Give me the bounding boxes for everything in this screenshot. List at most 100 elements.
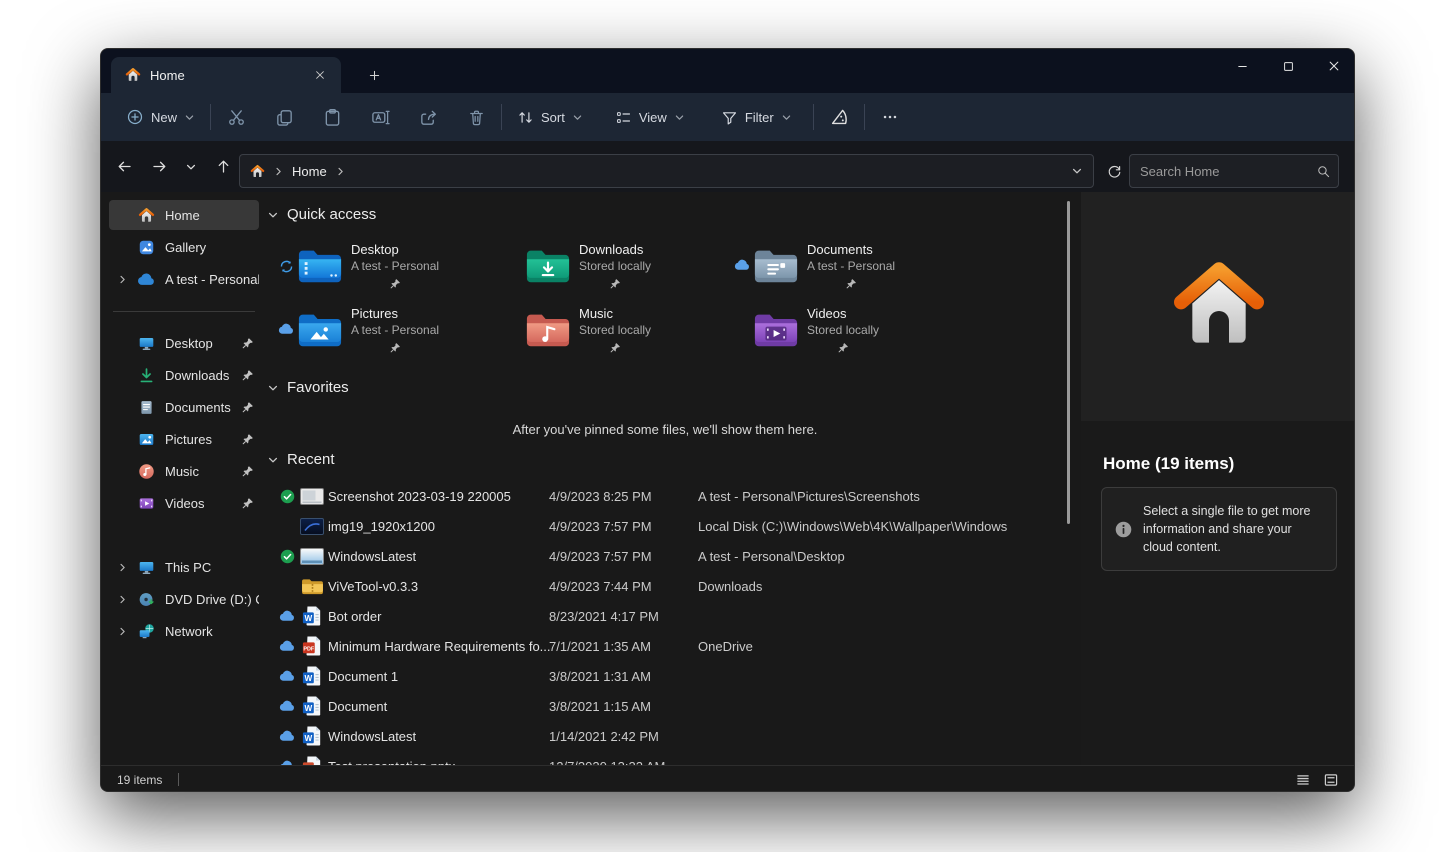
search-box[interactable] [1129, 154, 1339, 188]
delete-button[interactable] [457, 100, 495, 134]
tab-close-button[interactable] [309, 64, 331, 86]
toolbar-divider [210, 104, 211, 130]
chevron-right-icon[interactable] [109, 594, 135, 605]
chevron-down-icon [781, 112, 792, 123]
recent-file-row[interactable]: WindowsLatest 1/14/2021 2:42 PM [263, 721, 1067, 751]
pin-icon [237, 369, 259, 381]
music-folder-icon [525, 309, 571, 349]
recent-file-row[interactable]: ViVeTool-v0.3.3 4/9/2023 7:44 PM Downloa… [263, 571, 1067, 601]
maximize-button[interactable] [1265, 49, 1311, 83]
list-scrollbar[interactable] [1067, 201, 1070, 524]
section-header-quick-access[interactable]: Quick access [267, 206, 376, 223]
recent-file-row[interactable]: Screenshot 2023-03-19 220005 4/9/2023 8:… [263, 481, 1067, 511]
rename-button[interactable] [361, 100, 399, 134]
section-title: Recent [287, 451, 335, 468]
details-pane-title: Home (19 items) [1103, 454, 1234, 474]
chevron-down-icon [267, 454, 279, 466]
search-input[interactable] [1140, 164, 1316, 179]
file-location: A test - Personal\Desktop [698, 549, 845, 564]
minimize-button[interactable] [1219, 49, 1265, 83]
file-name: WindowsLatest [328, 729, 416, 744]
sidebar-item-onedrive-personal[interactable]: A test - Personal [109, 264, 259, 294]
downloads-icon [135, 367, 157, 384]
filter-button[interactable]: Filter [712, 100, 801, 134]
pizza-icon-button[interactable] [820, 100, 858, 134]
new-tab-button[interactable] [361, 62, 387, 88]
view-button[interactable]: View [606, 100, 694, 134]
see-more-button[interactable] [871, 100, 909, 134]
home-icon [250, 164, 265, 179]
copy-button[interactable] [265, 100, 303, 134]
large-icons-view-button[interactable] [1320, 770, 1342, 790]
quick-access-tile-pictures[interactable]: Pictures A test - Personal [273, 303, 495, 361]
chevron-right-icon[interactable] [109, 626, 135, 637]
chevron-right-icon [335, 166, 346, 177]
view-icon [615, 109, 632, 126]
section-title: Favorites [287, 379, 349, 396]
address-breadcrumb-bar[interactable]: Home [239, 154, 1094, 188]
recent-file-row[interactable]: WindowsLatest 4/9/2023 7:57 PM A test - … [263, 541, 1067, 571]
chevron-right-icon[interactable] [109, 562, 135, 573]
image-file-icon [300, 518, 324, 535]
zip-folder-icon [300, 577, 324, 596]
sidebar-item-documents[interactable]: Documents [109, 392, 259, 422]
recent-file-row[interactable]: Document 3/8/2021 1:15 AM [263, 691, 1067, 721]
sidebar-item-gallery[interactable]: Gallery [109, 232, 259, 262]
recent-file-row[interactable]: Bot order 8/23/2021 4:17 PM [263, 601, 1067, 631]
quick-access-tile-downloads[interactable]: Downloads Stored locally [501, 239, 723, 297]
details-view-button[interactable] [1292, 770, 1314, 790]
recent-file-row[interactable]: Test presentation pptx 12/7/2020 12:22 A… [263, 751, 1067, 765]
quick-access-tile-desktop[interactable]: Desktop A test - Personal [273, 239, 495, 297]
sidebar-item-this-pc[interactable]: This PC [109, 552, 259, 582]
sidebar-item-pictures[interactable]: Pictures [109, 424, 259, 454]
sidebar-item-desktop[interactable]: Desktop [109, 328, 259, 358]
close-button[interactable] [1311, 49, 1355, 83]
word-file-icon [300, 665, 324, 687]
tile-name: Documents [807, 242, 895, 257]
section-header-favorites[interactable]: Favorites [267, 379, 349, 396]
chevron-down-icon [572, 112, 583, 123]
section-header-recent[interactable]: Recent [267, 451, 335, 468]
file-date: 8/23/2021 4:17 PM [549, 609, 659, 624]
tile-location: A test - Personal [807, 259, 895, 273]
sidebar-item-home[interactable]: Home [109, 200, 259, 230]
file-location: OneDrive [698, 639, 753, 654]
quick-access-tile-videos[interactable]: Videos Stored locally [729, 303, 951, 361]
chevron-down-icon [674, 112, 685, 123]
recent-locations-button[interactable] [176, 152, 206, 182]
share-button[interactable] [409, 100, 447, 134]
cut-button[interactable] [217, 100, 255, 134]
tile-name: Music [579, 306, 651, 321]
paste-button[interactable] [313, 100, 351, 134]
plus-circle-icon [126, 108, 144, 126]
sidebar-item-videos[interactable]: Videos [109, 488, 259, 518]
sidebar-item-dvd-drive[interactable]: DVD Drive (D:) CCC [109, 584, 259, 614]
breadcrumb-home[interactable]: Home [292, 164, 327, 179]
sidebar-item-label: Music [165, 464, 237, 479]
up-button[interactable] [208, 152, 238, 182]
cloud-status-icon [278, 670, 296, 682]
quick-access-tile-music[interactable]: Music Stored locally [501, 303, 723, 361]
chevron-right-icon[interactable] [109, 274, 135, 285]
chevron-down-icon [267, 209, 279, 221]
back-button[interactable] [109, 152, 139, 182]
dvd-drive-icon [135, 591, 157, 608]
address-dropdown-icon[interactable] [1071, 165, 1083, 177]
quick-access-tile-documents[interactable]: Documents A test - Personal [729, 239, 951, 297]
recent-file-row[interactable]: img19_1920x1200 4/9/2023 7:57 PM Local D… [263, 511, 1067, 541]
refresh-button[interactable] [1098, 154, 1130, 188]
address-bar-row: Home [101, 141, 1354, 192]
sidebar-item-network[interactable]: Network [109, 616, 259, 646]
word-file-icon [300, 725, 324, 747]
new-button[interactable]: New [117, 100, 204, 134]
file-date: 1/14/2021 2:42 PM [549, 729, 659, 744]
tab-home[interactable]: Home [111, 57, 341, 93]
sidebar-item-downloads[interactable]: Downloads [109, 360, 259, 390]
forward-button[interactable] [144, 152, 174, 182]
sort-button[interactable]: Sort [508, 100, 592, 134]
recent-file-row[interactable]: Minimum Hardware Requirements fo... 7/1/… [263, 631, 1067, 661]
chevron-right-icon [273, 166, 284, 177]
recent-file-row[interactable]: Document 1 3/8/2021 1:31 AM [263, 661, 1067, 691]
tile-location: Stored locally [807, 323, 879, 337]
sidebar-item-music[interactable]: Music [109, 456, 259, 486]
